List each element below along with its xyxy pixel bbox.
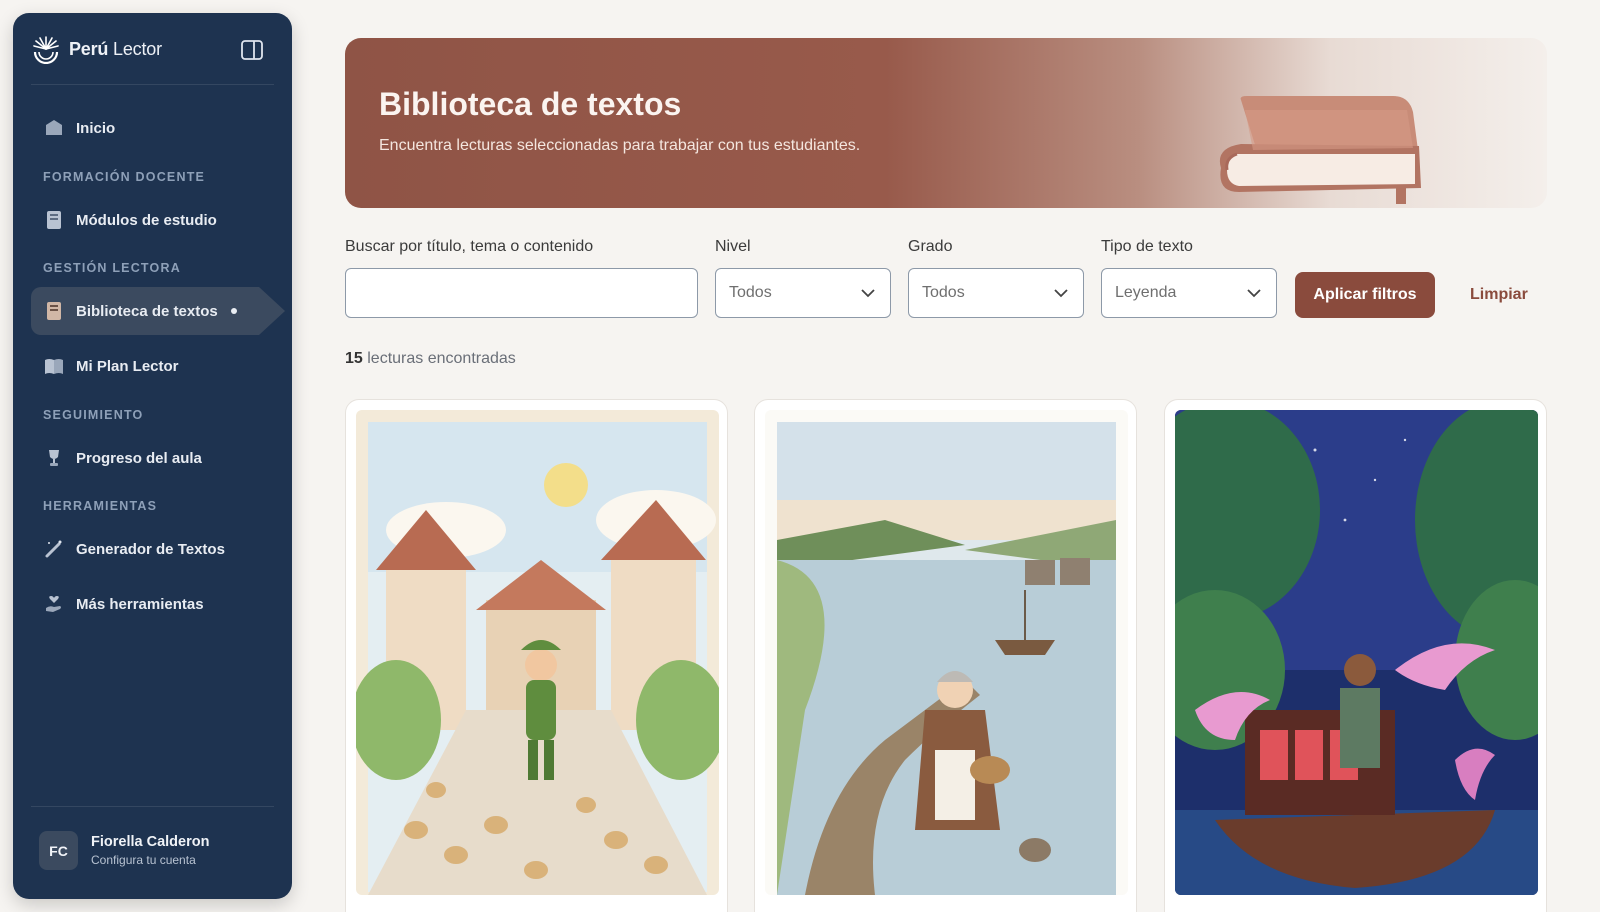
chevron-down-icon [1054, 289, 1068, 298]
results-count-label: lecturas encontradas [367, 350, 516, 367]
chevron-down-icon [1247, 289, 1261, 298]
sidebar-item-label: Progreso del aula [76, 449, 202, 467]
flute-player-village-illustration [356, 410, 719, 895]
reading-card[interactable] [345, 399, 728, 912]
sidebar-item-modulos[interactable]: Módulos de estudio [31, 196, 274, 244]
section-seguimiento: SEGUIMIENTO [43, 408, 144, 422]
book-illustration-icon [1219, 96, 1421, 204]
book-icon [44, 210, 64, 230]
trophy-icon [44, 448, 64, 468]
sidebar-item-label: Módulos de estudio [76, 211, 217, 229]
brand[interactable]: Perú Lector [31, 31, 162, 67]
search-label: Buscar por título, tema o contenido [345, 238, 594, 255]
sidebar-toggle-icon[interactable] [240, 39, 264, 61]
river-boat-pink-dolphins-illustration [1175, 410, 1538, 895]
results-count-number: 15 [345, 350, 363, 367]
user-name: Fiorella Calderon [91, 834, 210, 850]
sidebar-divider [31, 84, 274, 85]
active-indicator-dot [231, 308, 237, 314]
section-gestion-lectora: GESTIÓN LECTORA [43, 261, 181, 275]
nivel-select[interactable]: Todos [715, 268, 891, 318]
sidebar-item-label: Inicio [76, 119, 116, 137]
sidebar-item-progreso[interactable]: Progreso del aula [31, 434, 274, 482]
home-icon [44, 118, 64, 138]
page-title: Biblioteca de textos [379, 86, 682, 122]
sidebar-item-biblioteca[interactable]: Biblioteca de textos [31, 287, 285, 335]
sidebar: Perú Lector Inicio FORMACIÓN DOCENTE Mód… [13, 13, 292, 899]
grado-label: Grado [908, 238, 953, 255]
sidebar-item-label: Mi Plan Lector [76, 357, 179, 375]
open-book-icon [44, 356, 64, 376]
user-account[interactable]: FC Fiorella Calderon Configura tu cuenta [39, 831, 209, 870]
reading-card[interactable] [1164, 399, 1547, 912]
sidebar-item-generador[interactable]: Generador de Textos [31, 525, 274, 573]
search-input[interactable] [345, 268, 698, 318]
avatar: FC [39, 831, 78, 870]
page-subtitle: Encuentra lecturas seleccionadas para tr… [379, 137, 861, 154]
nivel-label: Nivel [715, 238, 751, 255]
tipo-texto-label: Tipo de texto [1101, 238, 1193, 255]
book-icon [44, 301, 64, 321]
hero-banner: Biblioteca de textos Encuentra lecturas … [345, 38, 1547, 208]
brand-name-light: Lector [113, 38, 162, 59]
sidebar-item-label: Generador de Textos [76, 540, 225, 558]
section-formacion-docente: FORMACIÓN DOCENTE [43, 170, 206, 184]
reading-card[interactable] [754, 399, 1137, 912]
brand-name-bold: Perú [69, 38, 109, 59]
section-herramientas: HERRAMIENTAS [43, 499, 158, 513]
sidebar-item-label: Más herramientas [76, 595, 204, 613]
sidebar-item-mas-herramientas[interactable]: Más herramientas [31, 580, 274, 628]
tipo-texto-select-value: Leyenda [1115, 284, 1177, 301]
results-count: 15 lecturas encontradas [345, 350, 516, 368]
magic-wand-icon [44, 539, 64, 559]
apply-filters-button[interactable]: Aplicar filtros [1295, 272, 1435, 318]
sidebar-item-label: Biblioteca de textos [76, 302, 218, 320]
grado-select[interactable]: Todos [908, 268, 1084, 318]
grado-select-value: Todos [922, 284, 965, 301]
user-subtitle: Configura tu cuenta [91, 853, 196, 867]
sidebar-item-inicio[interactable]: Inicio [31, 104, 274, 152]
grandmother-lake-pier-illustration [765, 410, 1128, 895]
nivel-select-value: Todos [729, 284, 772, 301]
sun-logo-icon [33, 36, 59, 64]
clear-filters-button[interactable]: Limpiar [1470, 286, 1528, 304]
tipo-texto-select[interactable]: Leyenda [1101, 268, 1277, 318]
sidebar-item-mi-plan-lector[interactable]: Mi Plan Lector [31, 342, 274, 390]
hand-heart-icon [44, 594, 64, 614]
chevron-down-icon [861, 289, 875, 298]
sidebar-divider [31, 806, 274, 807]
brand-name: Perú Lector [69, 39, 162, 60]
